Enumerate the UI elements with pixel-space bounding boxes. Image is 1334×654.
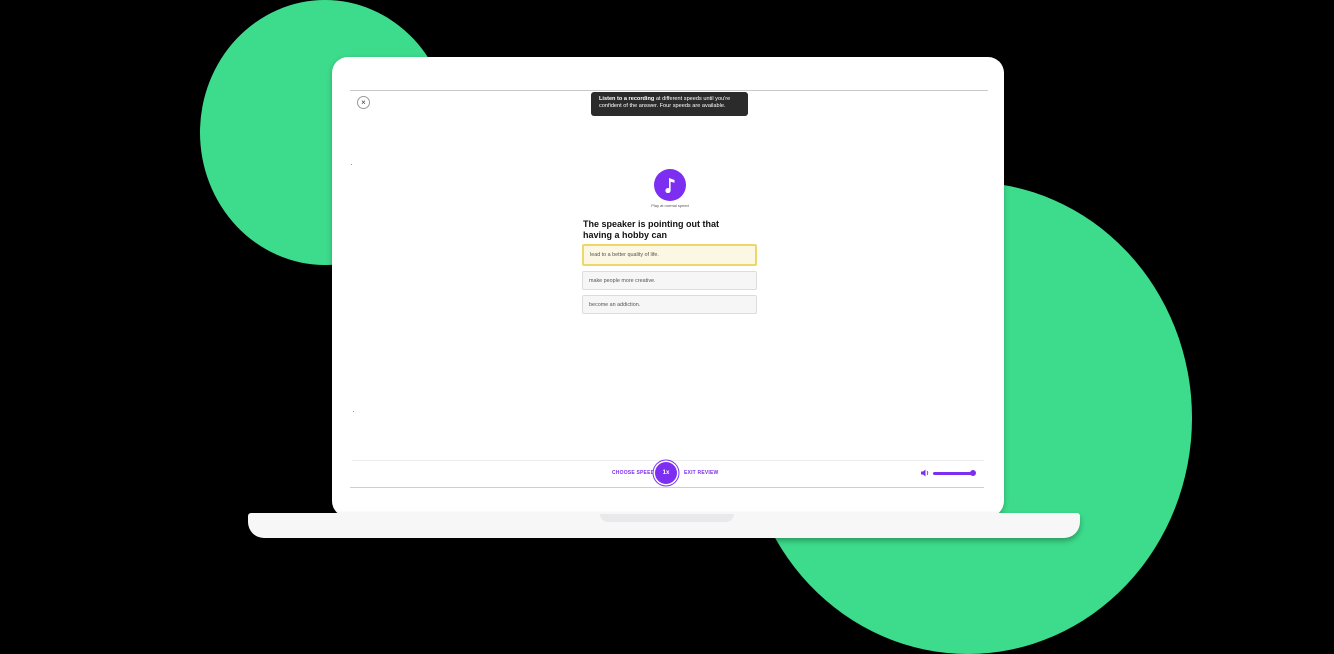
play-caption: Play at normal speed [651, 203, 689, 208]
choose-speed-button[interactable]: CHOOSE SPEED [612, 470, 654, 476]
edge-mark [351, 164, 352, 165]
music-note-icon [665, 178, 675, 193]
screen-bottom-edge [350, 487, 984, 488]
volume-icon[interactable] [921, 469, 930, 477]
exit-review-button[interactable]: EXIT REVIEW [684, 470, 718, 476]
header-divider [350, 90, 988, 91]
tooltip-bold-text: Listen to a recording [599, 96, 655, 102]
edge-mark [353, 411, 354, 412]
volume-slider-thumb[interactable] [970, 470, 976, 476]
footer-divider [352, 460, 984, 461]
volume-slider-track[interactable] [933, 472, 973, 475]
close-button[interactable]: × [357, 96, 370, 109]
close-icon: × [361, 98, 366, 107]
answer-option-label: become an addiction. [589, 302, 641, 308]
instruction-tooltip: Listen to a recording at different speed… [591, 92, 748, 116]
play-button[interactable] [654, 169, 686, 201]
speed-value: 1x [662, 470, 670, 476]
speed-toggle-button[interactable]: 1x [655, 462, 677, 484]
laptop-notch [600, 514, 734, 522]
answer-option-label: lead to a better quality of life. [590, 252, 659, 258]
answer-option[interactable]: become an addiction. [582, 295, 757, 314]
answer-option[interactable]: lead to a better quality of life. [582, 244, 757, 266]
question-text: The speaker is pointing out that having … [583, 219, 720, 240]
answer-option-label: make people more creative. [589, 278, 656, 284]
answer-option[interactable]: make people more creative. [582, 271, 757, 290]
